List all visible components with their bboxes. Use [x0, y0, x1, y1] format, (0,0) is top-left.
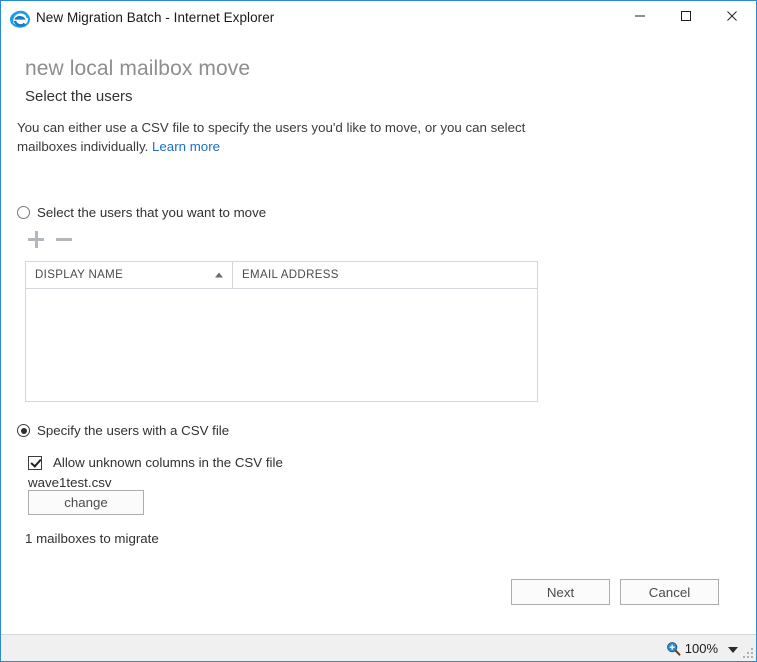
- page-subtitle: Select the users: [25, 88, 133, 105]
- title-bar: New Migration Batch - Internet Explorer: [1, 0, 756, 35]
- chevron-down-icon[interactable]: [728, 647, 738, 653]
- grid-header-row: DISPLAY NAME EMAIL ADDRESS: [26, 262, 537, 289]
- maximize-button[interactable]: [663, 1, 708, 31]
- description-text: You can either use a CSV file to specify…: [17, 120, 526, 154]
- minimize-button[interactable]: [617, 1, 662, 31]
- maximize-icon: [680, 11, 691, 21]
- status-bar: 100%: [1, 634, 756, 661]
- radio-select-users-row[interactable]: Select the users that you want to move: [17, 205, 266, 220]
- users-grid: DISPLAY NAME EMAIL ADDRESS: [25, 261, 538, 402]
- remove-icon[interactable]: [53, 228, 75, 250]
- mailbox-count-text: 1 mailboxes to migrate: [25, 531, 159, 546]
- allow-unknown-columns-label[interactable]: Allow unknown columns in the CSV file: [53, 455, 283, 470]
- column-header-display-name-label: DISPLAY NAME: [35, 269, 124, 281]
- internet-explorer-icon: [10, 9, 30, 29]
- radio-specify-csv[interactable]: [17, 424, 30, 437]
- browser-window: New Migration Batch - Internet Explorer …: [0, 0, 757, 662]
- allow-unknown-columns-row[interactable]: Allow unknown columns in the CSV file: [28, 455, 283, 470]
- allow-unknown-columns-checkbox[interactable]: [28, 455, 42, 470]
- column-header-display-name[interactable]: DISPLAY NAME: [26, 262, 233, 288]
- resize-grip-icon[interactable]: [741, 646, 753, 658]
- column-header-email-address-label: EMAIL ADDRESS: [242, 269, 339, 281]
- window-title: New Migration Batch - Internet Explorer: [36, 10, 275, 25]
- grid-body-empty[interactable]: [26, 289, 537, 401]
- radio-specify-csv-label[interactable]: Specify the users with a CSV file: [37, 423, 229, 438]
- csv-file-name: wave1test.csv: [28, 475, 112, 490]
- dialog-content: new local mailbox move Select the users …: [1, 35, 756, 627]
- minimize-icon: [634, 15, 645, 17]
- change-file-button[interactable]: change: [28, 490, 144, 515]
- column-header-email-address[interactable]: EMAIL ADDRESS: [233, 262, 537, 288]
- radio-specify-csv-row[interactable]: Specify the users with a CSV file: [17, 423, 229, 438]
- radio-select-users-label[interactable]: Select the users that you want to move: [37, 205, 266, 220]
- zoom-control[interactable]: 100%: [666, 635, 718, 661]
- page-title: new local mailbox move: [25, 57, 251, 80]
- close-button[interactable]: [709, 1, 754, 31]
- learn-more-link[interactable]: Learn more: [152, 139, 220, 154]
- page-description: You can either use a CSV file to specify…: [17, 118, 577, 156]
- zoom-magnifier-icon: [666, 641, 681, 656]
- zoom-level-label: 100%: [684, 640, 718, 656]
- close-icon: [726, 11, 737, 21]
- add-icon[interactable]: [25, 228, 47, 250]
- radio-select-users[interactable]: [17, 206, 30, 219]
- next-button[interactable]: Next: [511, 579, 610, 605]
- sort-ascending-icon: [215, 272, 223, 278]
- cancel-button[interactable]: Cancel: [620, 579, 719, 605]
